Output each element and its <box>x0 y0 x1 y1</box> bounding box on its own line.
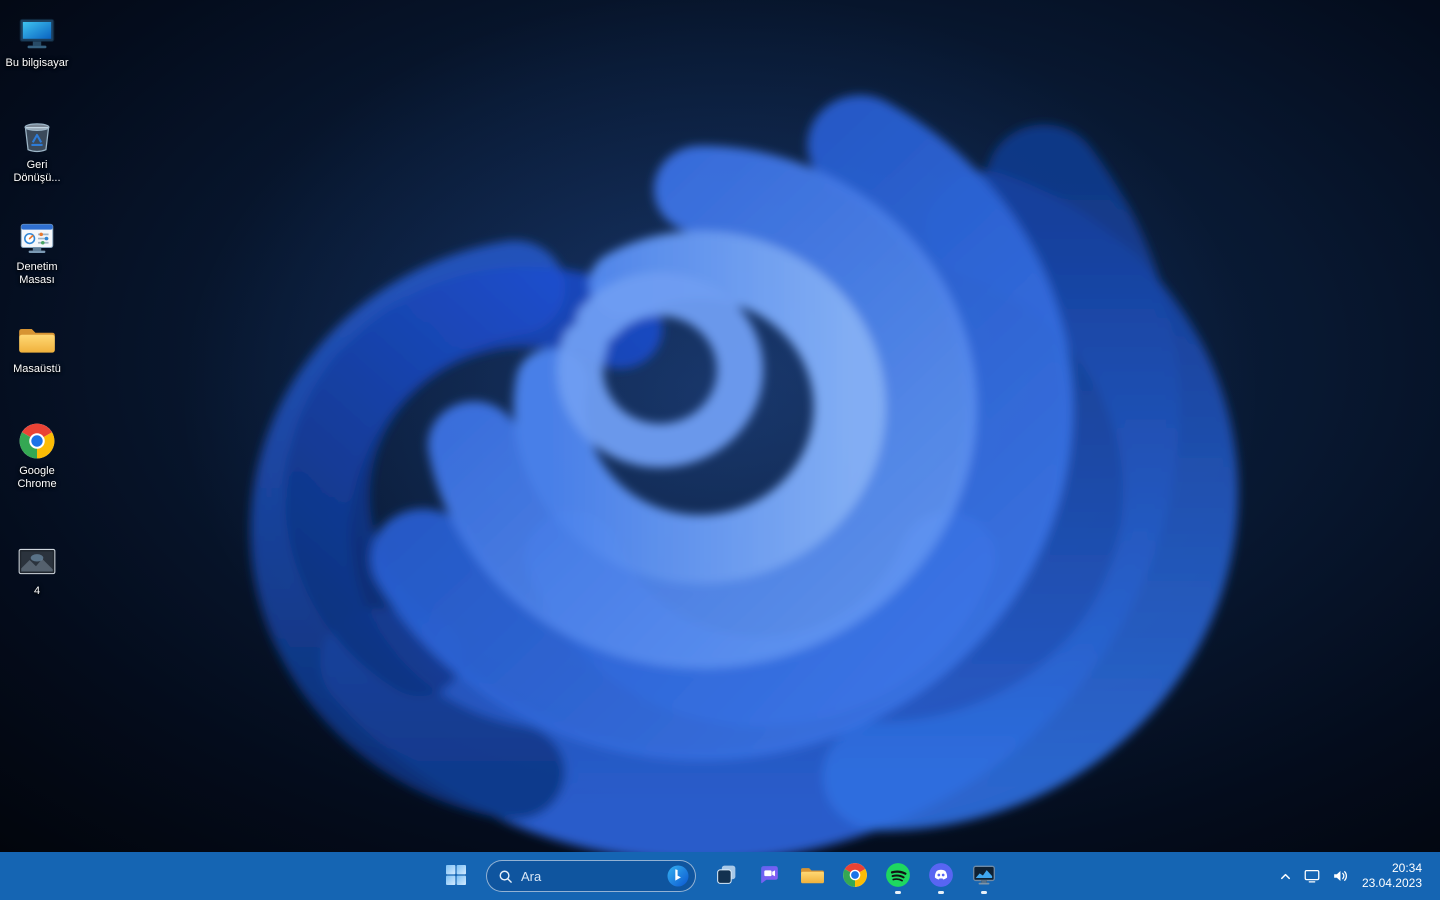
task-view-icon <box>714 862 739 890</box>
chrome-icon <box>16 420 58 462</box>
image-thumbnail-icon <box>16 540 58 582</box>
chat-icon <box>757 862 782 890</box>
desktop-icon-recycle-bin[interactable]: Geri Dönüşü... <box>1 108 73 210</box>
wallpaper <box>0 0 1440 852</box>
volume-button[interactable] <box>1326 857 1354 895</box>
desktop: Bu bilgisayar Geri Dönüşü... Denetim Mas… <box>0 0 1440 852</box>
clock-time: 20:34 <box>1391 861 1422 875</box>
clock[interactable]: 20:34 23.04.2023 <box>1354 857 1430 895</box>
chrome-icon <box>842 862 868 891</box>
desktop-icon-image-4[interactable]: 4 <box>1 534 73 636</box>
system-monitor-button[interactable] <box>964 856 1004 896</box>
search-icon <box>498 869 513 884</box>
show-desktop-button[interactable] <box>1430 852 1436 900</box>
network-button[interactable] <box>1298 857 1326 895</box>
this-pc-icon <box>16 12 58 54</box>
volume-icon <box>1331 867 1349 885</box>
desktop-icon-label: Geri Dönüşü... <box>13 159 61 184</box>
desktop-icon-control-panel[interactable]: Denetim Masası <box>1 210 73 312</box>
discord-icon <box>928 862 954 891</box>
desktop-icon-label: Masaüstü <box>13 363 61 375</box>
desktop-icon-google-chrome[interactable]: Google Chrome <box>1 414 73 516</box>
running-indicator <box>895 891 901 894</box>
search-box <box>486 860 696 892</box>
start-button[interactable] <box>436 856 476 896</box>
hidden-icons-button[interactable] <box>1273 857 1298 895</box>
file-explorer-button[interactable] <box>792 856 832 896</box>
search-input[interactable] <box>521 868 657 884</box>
windows-logo-icon <box>444 863 468 890</box>
desktop-icon-label: Bu bilgisayar <box>5 57 69 69</box>
chat-button[interactable] <box>749 856 789 896</box>
desktop-icon-grid: Bu bilgisayar Geri Dönüşü... Denetim Mas… <box>1 6 73 636</box>
desktop-icon-label: 4 <box>33 585 41 597</box>
chevron-up-icon <box>1278 869 1293 884</box>
spotify-button[interactable] <box>878 856 918 896</box>
desktop-icon-this-pc[interactable]: Bu bilgisayar <box>1 6 73 108</box>
bing-icon <box>667 865 689 887</box>
desktop-icon-label: Google Chrome <box>17 465 57 490</box>
discord-button[interactable] <box>921 856 961 896</box>
spotify-icon <box>885 862 911 891</box>
clock-date: 23.04.2023 <box>1361 876 1422 890</box>
taskbar-center <box>436 852 1004 900</box>
bing-search-button[interactable] <box>665 863 691 889</box>
folder-icon <box>799 861 826 891</box>
control-panel-icon <box>16 216 58 258</box>
running-indicator <box>981 891 987 894</box>
chrome-button[interactable] <box>835 856 875 896</box>
monitor-chart-icon <box>971 862 997 891</box>
display-network-icon <box>1303 867 1321 885</box>
folder-icon <box>16 318 58 360</box>
recycle-bin-icon <box>16 114 58 156</box>
taskbar: 20:34 23.04.2023 <box>0 852 1440 900</box>
desktop-icon-masaustu-folder[interactable]: Masaüstü <box>1 312 73 414</box>
running-indicator <box>938 891 944 894</box>
desktop-icon-label: Denetim Masası <box>16 261 58 286</box>
task-view-button[interactable] <box>706 856 746 896</box>
system-tray: 20:34 23.04.2023 <box>1273 852 1440 900</box>
